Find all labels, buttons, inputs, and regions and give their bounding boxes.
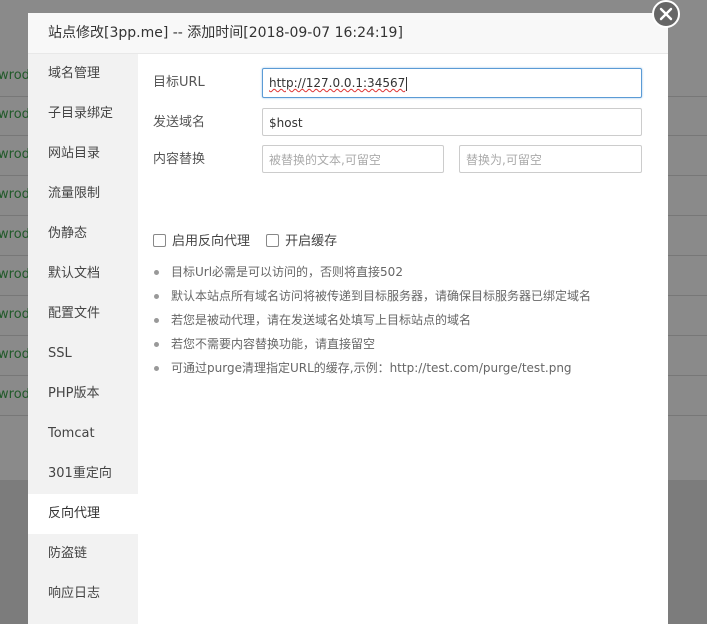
help-tip: 若您是被动代理，请在发送域名处填写上目标站点的域名 bbox=[153, 308, 653, 332]
sidebar-item-default-document[interactable]: 默认文档 bbox=[28, 254, 138, 294]
enable-cache-label: 开启缓存 bbox=[285, 234, 338, 249]
sidebar-item-rewrite[interactable]: 伪静态 bbox=[28, 214, 138, 254]
background-row-text: wrod bbox=[0, 187, 30, 202]
sidebar-item-hotlink-protection[interactable]: 防盗链 bbox=[28, 534, 138, 574]
replace-from-placeholder: 被替换的文本,可留空 bbox=[269, 153, 381, 167]
enable-cache-option[interactable]: 开启缓存 bbox=[266, 234, 337, 250]
replace-to-placeholder: 替换为,可留空 bbox=[466, 153, 542, 167]
sidebar-item-site-directory[interactable]: 网站目录 bbox=[28, 134, 138, 174]
sidebar-item-ssl[interactable]: SSL bbox=[28, 334, 138, 374]
background-row-text: wrod bbox=[0, 307, 30, 322]
send-domain-row: 发送域名 $host bbox=[153, 108, 653, 138]
enable-proxy-label: 启用反向代理 bbox=[172, 234, 251, 249]
background-row-text: wrod bbox=[0, 107, 30, 122]
target-url-label: 目标URL bbox=[153, 75, 205, 90]
help-tip: 目标Url必需是可以访问的，否则将直接502 bbox=[153, 260, 653, 284]
background-row-text: wrod bbox=[0, 267, 30, 282]
text-caret bbox=[406, 76, 408, 91]
target-url-input[interactable]: http://127.0.0.1:34567 bbox=[262, 68, 642, 98]
content-replace-label: 内容替换 bbox=[153, 152, 206, 167]
reverse-proxy-panel: 目标URL http://127.0.0.1:34567 发送域名 $host … bbox=[138, 54, 668, 624]
sidebar-item-config-file[interactable]: 配置文件 bbox=[28, 294, 138, 334]
help-tip: 若您不需要内容替换功能，请直接留空 bbox=[153, 332, 653, 356]
content-replace-row: 内容替换 被替换的文本,可留空 替换为,可留空 bbox=[153, 145, 653, 175]
sidebar-item-traffic-limit[interactable]: 流量限制 bbox=[28, 174, 138, 214]
background-row-text: wrod bbox=[0, 147, 30, 162]
dialog-close-button[interactable] bbox=[652, 0, 680, 28]
enable-proxy-option[interactable]: 启用反向代理 bbox=[153, 234, 250, 250]
close-icon bbox=[659, 7, 673, 21]
sidebar-item-response-log[interactable]: 响应日志 bbox=[28, 574, 138, 614]
send-domain-input[interactable]: $host bbox=[262, 108, 642, 136]
sidebar-item-reverse-proxy[interactable]: 反向代理 bbox=[28, 494, 138, 534]
background-row-text: wrod bbox=[0, 347, 30, 362]
background-row-text: wrod bbox=[0, 387, 30, 402]
enable-cache-checkbox[interactable] bbox=[266, 234, 280, 247]
replace-to-input[interactable]: 替换为,可留空 bbox=[459, 145, 642, 173]
sidebar-item-301-redirect[interactable]: 301重定向 bbox=[28, 454, 138, 494]
help-tip: 默认本站点所有域名访问将被传递到目标服务器，请确保目标服务器已绑定域名 bbox=[153, 284, 653, 308]
target-url-value: http://127.0.0.1:34567 bbox=[269, 76, 406, 90]
target-url-row: 目标URL http://127.0.0.1:34567 bbox=[153, 68, 653, 98]
sidebar-item-tomcat[interactable]: Tomcat bbox=[28, 414, 138, 454]
send-domain-value: $host bbox=[269, 116, 303, 130]
sidebar-item-php-version[interactable]: PHP版本 bbox=[28, 374, 138, 414]
send-domain-label: 发送域名 bbox=[153, 115, 206, 130]
proxy-options: 启用反向代理 开启缓存 bbox=[153, 234, 349, 250]
sidebar-item-subdirectory-binding[interactable]: 子目录绑定 bbox=[28, 94, 138, 134]
help-tip: 可通过purge清理指定URL的缓存,示例：http://test.com/pu… bbox=[153, 356, 653, 380]
background-row-text: wrod bbox=[0, 68, 30, 83]
background-row-text: wrod bbox=[0, 227, 30, 242]
sidebar-item-domain-management[interactable]: 域名管理 bbox=[28, 54, 138, 94]
enable-proxy-checkbox[interactable] bbox=[153, 234, 166, 247]
help-tips-list: 目标Url必需是可以访问的，否则将直接502 默认本站点所有域名访问将被传递到目… bbox=[153, 260, 653, 380]
replace-from-input[interactable]: 被替换的文本,可留空 bbox=[262, 145, 444, 173]
dialog-sidebar: 域名管理 子目录绑定 网站目录 流量限制 伪静态 默认文档 配置文件 SSL P… bbox=[28, 54, 138, 624]
dialog-title: 站点修改[3pp.me] -- 添加时间[2018-09-07 16:24:19… bbox=[28, 13, 668, 54]
site-edit-dialog: 站点修改[3pp.me] -- 添加时间[2018-09-07 16:24:19… bbox=[28, 13, 668, 624]
